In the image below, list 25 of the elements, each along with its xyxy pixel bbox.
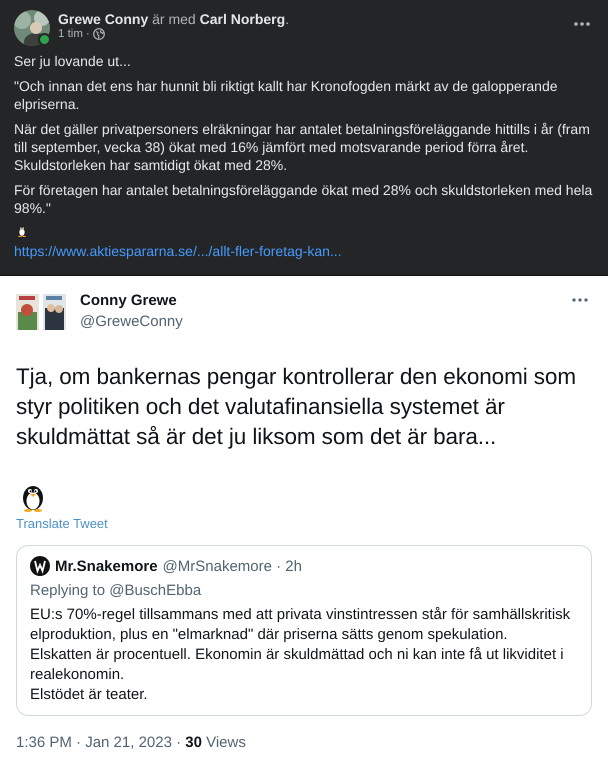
post-time[interactable]: 1 tim [58, 28, 83, 40]
post-paragraph: "Och innan det ens har hunnit bli riktigt kallt har Kronofogden märkt av de galopperande elpriserna. [14, 77, 559, 113]
more-options-icon[interactable] [574, 22, 590, 26]
logo-icon [30, 556, 50, 576]
quoted-author-name[interactable]: Mr.Snakemore [55, 558, 158, 574]
replying-to-text: Replying to @BuschEbba [30, 582, 202, 599]
post-paragraph: För företagen har antalet betalningsföreläggande ökat med 28% och skuldstorleken med hela 98%." [14, 181, 594, 217]
quoted-author-meta: @MrSnakemore · 2h [162, 558, 302, 574]
globe-icon [92, 28, 105, 40]
post-author-line: Grewe Conny är med Carl Norberg. [58, 10, 290, 28]
avatar[interactable] [14, 10, 50, 46]
quoted-tweet-card[interactable] [16, 545, 592, 716]
online-status-icon [38, 33, 51, 46]
author-handle[interactable]: @GreweConny [80, 313, 558, 330]
author-name[interactable]: Conny Grewe [80, 292, 558, 309]
quoted-tweet-text: Elskatten är procentuell. Ekonomin är skuldmättad och ni kan inte få ut likviditet i realekonomin. [30, 645, 565, 685]
tweet-timestamp: 1:36 PM · Jan 21, 2023 · 30 Views [16, 734, 246, 751]
quoted-tweet-text: Elstödet är teater. [30, 685, 149, 705]
separator: · [86, 28, 90, 40]
more-options-icon[interactable] [572, 298, 588, 302]
article-link[interactable]: https://www.aktiespararna.se/.../allt-fler-foretag-kan... [14, 243, 594, 259]
quoted-tweet-text: EU:s 70%-regel tillsammans med att privata vinstintressen står för samhällskritisk elproduktion, plus en "elmarknad" där priserna sätts genom spekulation. [30, 605, 572, 645]
tweet-text: Tja, om bankernas pengar kontrollerar den ekonomi som styr politiken och det valutafinansiella systemet är skuldmättat så är det ju liksom som det är bara... [16, 363, 577, 451]
post-paragraph: Ser ju lovande ut... [14, 52, 132, 70]
post-paragraph: När det gäller privatpersoners elräkningar har antalet betalningsföreläggande hittills i år (fram till september, vecka 38) ökat med 16% jämfört med motsvarande period förra året. Skuldstorleken har samtidigt ökat med 28%. [14, 120, 591, 174]
